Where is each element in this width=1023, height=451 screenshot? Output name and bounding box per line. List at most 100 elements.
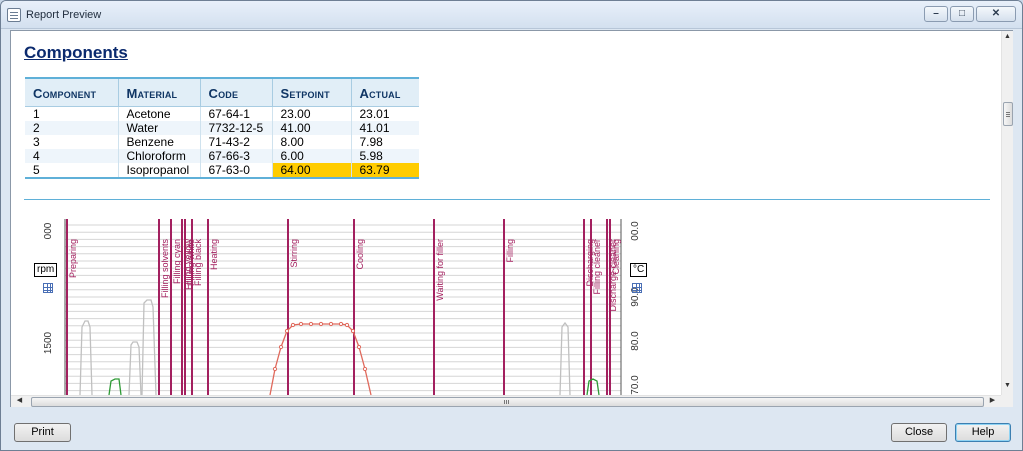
temperature-point: [308, 321, 314, 327]
left-axis-unit: rpm: [34, 263, 58, 277]
process-chart: Preparing Filling solvents Filling cyan Fil…: [25, 217, 665, 395]
col-header-setpoint: Setpoint: [272, 78, 352, 107]
table-cell: 6.00: [272, 149, 352, 163]
table-cell: 3: [25, 135, 119, 149]
components-table: Component Material Code Setpoint Actual …: [25, 77, 419, 179]
temperature-point: [284, 328, 290, 334]
temperature-point: [298, 321, 304, 327]
maximize-button[interactable]: □: [950, 6, 974, 22]
phase-label: Filling cleaner: [592, 239, 602, 295]
close-button[interactable]: Close: [891, 423, 947, 442]
col-header-material: Material: [118, 78, 201, 107]
table-cell: 23.01: [351, 106, 419, 121]
table-cell: 7732-12-5: [200, 121, 273, 135]
temperature-point: [338, 321, 344, 327]
vertical-scroll-thumb[interactable]: [1003, 102, 1013, 126]
temperature-point: [272, 366, 278, 372]
temperature-point: [290, 322, 296, 328]
title-bar[interactable]: Report Preview – □ ✕: [1, 1, 1022, 29]
right-tick-label: 80.0: [630, 331, 641, 351]
window-title: Report Preview: [26, 9, 102, 21]
left-tick-label: 1500: [43, 331, 54, 354]
table-cell: Isopropanol: [118, 163, 201, 178]
section-heading: Components: [24, 43, 128, 62]
help-button[interactable]: Help: [955, 423, 1011, 442]
table-row: 5 Isopropanol 67-63-0 64.00 63.79: [25, 163, 419, 178]
table-cell: 4: [25, 149, 119, 163]
table-cell: 41.00: [272, 121, 352, 135]
table-cell: 67-66-3: [200, 149, 273, 163]
maximize-icon: □: [958, 8, 966, 19]
right-tick-label: 70.0: [630, 375, 641, 395]
table-cell: 1: [25, 106, 119, 121]
report-preview-window: Report Preview – □ ✕ Components Componen…: [0, 0, 1023, 451]
scroll-up-arrow-icon[interactable]: ▲: [1002, 32, 1013, 42]
temperature-curve: [269, 323, 372, 395]
table-cell: 23.00: [272, 106, 352, 121]
table-row: 1 Acetone 67-64-1 23.00 23.01: [25, 106, 419, 121]
close-window-button[interactable]: ✕: [976, 6, 1016, 22]
speed-curve-green: [586, 378, 600, 395]
table-cell: 63.79: [351, 163, 419, 178]
table-cell: 2: [25, 121, 119, 135]
process-chart-svg: Preparing Filling solvents Filling cyan Fil…: [43, 219, 641, 395]
table-row: 3 Benzene 71-43-2 8.00 7.98: [25, 135, 419, 149]
table-row: 4 Chloroform 67-66-3 6.00 5.98: [25, 149, 419, 163]
report-area: Components Component Material Code Setpo…: [10, 30, 1013, 407]
table-cell: 5.98: [351, 149, 419, 163]
phase-label: Filling solvents: [160, 239, 170, 299]
table-cell: 8.00: [272, 135, 352, 149]
speed-curve-green: [108, 378, 122, 395]
scroll-right-arrow-icon[interactable]: ▶: [987, 396, 998, 406]
table-cell: 71-43-2: [200, 135, 273, 149]
phase-label: Filling black: [193, 239, 203, 287]
table-header-row: Component Material Code Setpoint Actual: [25, 78, 419, 107]
close-icon: ✕: [991, 8, 1001, 19]
right-tick-label: 00.0: [630, 221, 641, 241]
print-button[interactable]: Print: [14, 423, 71, 442]
table-cell: Benzene: [118, 135, 201, 149]
scroll-down-arrow-icon[interactable]: ▼: [1002, 381, 1013, 391]
temperature-point: [362, 366, 368, 372]
temperature-point: [278, 344, 284, 350]
minimize-icon: –: [933, 8, 939, 19]
scroll-left-arrow-icon[interactable]: ◀: [14, 396, 25, 406]
minimize-button[interactable]: –: [924, 6, 948, 22]
phase-label: Cooling: [355, 239, 365, 270]
temperature-point: [318, 321, 324, 327]
left-grid-icon[interactable]: [43, 283, 53, 293]
report-icon: [7, 8, 21, 22]
speed-curve: [559, 321, 571, 395]
table-row: 2 Water 7732-12-5 41.00 41.01: [25, 121, 419, 135]
phase-label: Filling: [505, 239, 515, 263]
horizontal-scrollbar[interactable]: ◀ ▶: [11, 395, 1001, 407]
phase-label: Cleaning: [611, 239, 621, 275]
table-cell: 64.00: [272, 163, 352, 178]
phase-label: Heating: [209, 239, 219, 270]
section-divider: [24, 199, 990, 200]
table-cell: 41.01: [351, 121, 419, 135]
phase-label: Waiting for filler: [435, 239, 445, 301]
col-header-code: Code: [200, 78, 273, 107]
phase-label: Stirring: [289, 239, 299, 268]
temperature-point: [344, 322, 350, 328]
report-viewport[interactable]: Components Component Material Code Setpo…: [11, 31, 1001, 395]
temperature-point: [356, 344, 362, 350]
left-tick-label: 000: [43, 222, 54, 239]
phase-label: Preparing: [68, 239, 78, 278]
right-grid-icon[interactable]: [632, 283, 642, 293]
table-cell: Chloroform: [118, 149, 201, 163]
table-cell: 67-63-0: [200, 163, 273, 178]
right-axis-unit: °C: [630, 263, 648, 277]
vertical-scrollbar[interactable]: ▲ ▼: [1001, 31, 1013, 395]
table-cell: 5: [25, 163, 119, 178]
scrollbar-corner: [1001, 395, 1013, 407]
table-cell: Acetone: [118, 106, 201, 121]
table-cell: Water: [118, 121, 201, 135]
temperature-point: [350, 328, 356, 334]
table-cell: 67-64-1: [200, 106, 273, 121]
window-controls: – □ ✕: [924, 6, 1016, 22]
temperature-point: [328, 321, 334, 327]
col-header-component: Component: [25, 78, 119, 107]
horizontal-scroll-thumb[interactable]: [31, 397, 984, 407]
